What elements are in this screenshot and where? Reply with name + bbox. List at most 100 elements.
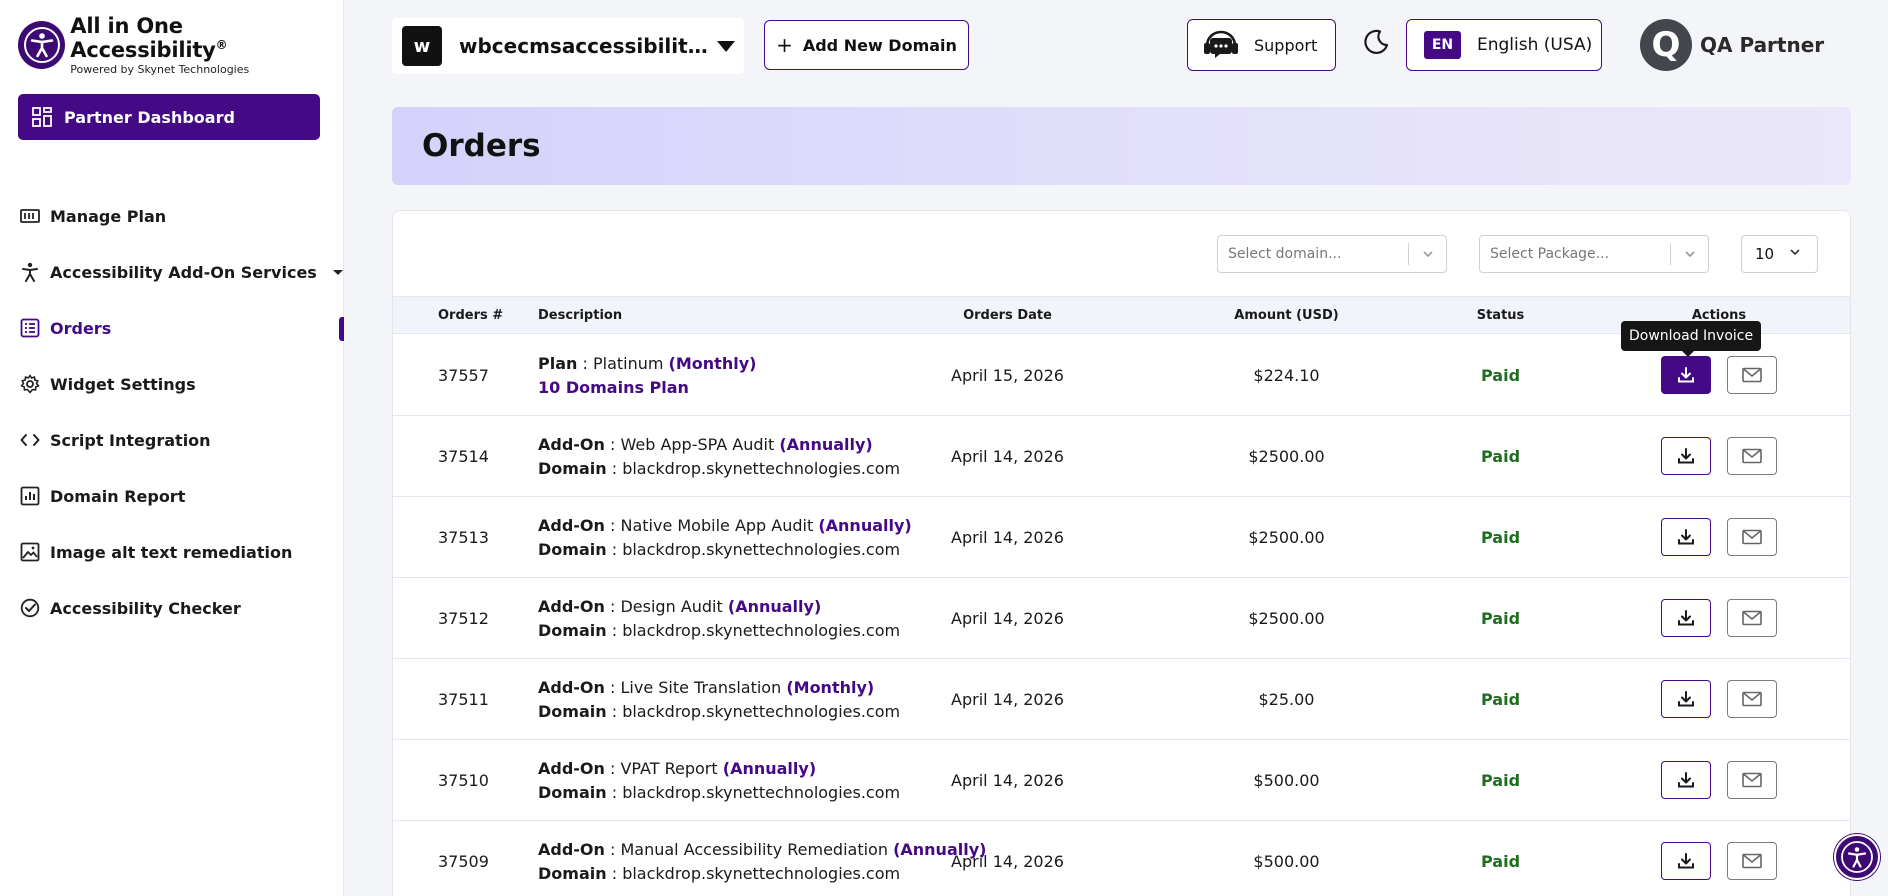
sidebar-item-domain-report[interactable]: Domain Report — [0, 468, 344, 524]
add-new-domain-label: Add New Domain — [802, 35, 957, 55]
email-invoice-button[interactable] — [1727, 518, 1777, 556]
partner-dashboard-button[interactable]: Partner Dashboard — [18, 94, 320, 140]
sidebar-item-addon-services[interactable]: Accessibility Add-On Services — [0, 244, 344, 300]
mail-icon — [1742, 691, 1762, 707]
brand-title: All in One Accessibility® — [70, 14, 228, 62]
order-number: 37557 — [438, 366, 489, 385]
item-separator: : — [577, 353, 593, 373]
sidebar-item-manage-plan[interactable]: Manage Plan — [0, 188, 344, 244]
domain-filter-select[interactable]: Select domain... — [1217, 235, 1447, 273]
status-badge: Paid — [1480, 528, 1521, 547]
order-number: 37511 — [438, 690, 489, 709]
domain-selector[interactable]: w wbcecmsaccessibility.skynettechnologie… — [392, 18, 744, 74]
item-name: Native Mobile App Audit — [620, 515, 814, 535]
order-date: April 14, 2026 — [951, 771, 1064, 790]
dark-mode-toggle[interactable] — [1362, 28, 1390, 56]
email-invoice-button[interactable] — [1727, 842, 1777, 880]
order-number: 37509 — [438, 852, 489, 871]
sidebar-item-label: Widget Settings — [50, 374, 196, 394]
download-invoice-tooltip: Download Invoice — [1621, 321, 1762, 357]
sidebar-item-script-integration[interactable]: Script Integration — [0, 412, 344, 468]
chevron-down-icon — [1671, 247, 1708, 261]
sidebar-item-image-alt-text[interactable]: Image alt text remediation — [0, 524, 344, 580]
item-name: Web App-SPA Audit — [620, 434, 775, 454]
sidebar-item-accessibility-checker[interactable]: Accessibility Checker — [0, 580, 344, 636]
domain-value: : blackdrop.skynettechnologies.com — [606, 863, 901, 883]
order-amount: $500.00 — [1253, 771, 1320, 790]
item-name: VPAT Report — [620, 758, 718, 778]
email-invoice-button[interactable] — [1727, 356, 1777, 394]
plan-domains: 10 Domains Plan — [538, 377, 689, 397]
email-invoice-button[interactable] — [1727, 680, 1777, 718]
download-invoice-button[interactable] — [1661, 761, 1711, 799]
email-invoice-button[interactable] — [1727, 761, 1777, 799]
download-icon — [1678, 529, 1694, 545]
download-invoice-button[interactable] — [1661, 842, 1711, 880]
download-invoice-button[interactable] — [1661, 680, 1711, 718]
order-date: April 14, 2026 — [951, 447, 1064, 466]
download-icon — [1678, 772, 1694, 788]
orders-list-icon — [20, 318, 40, 338]
check-circle-icon — [20, 598, 40, 618]
support-button[interactable]: Support — [1187, 19, 1336, 71]
status-badge: Paid — [1480, 447, 1521, 466]
sidebar-item-label: Manage Plan — [50, 206, 167, 226]
sidebar-item-orders[interactable]: Orders — [0, 300, 344, 356]
item-kind: Add-On — [538, 758, 605, 778]
download-invoice-button[interactable] — [1661, 356, 1711, 394]
language-selector[interactable]: EN English (USA) — [1406, 19, 1602, 71]
mail-icon — [1742, 448, 1762, 464]
order-description: Add-On : Native Mobile App Audit (Annual… — [538, 497, 912, 578]
domain-label: Domain — [538, 458, 607, 478]
support-label: Support — [1254, 35, 1318, 55]
chevron-down-icon — [332, 269, 343, 275]
accessibility-person-icon — [22, 262, 38, 282]
column-header-order-number: Orders # — [438, 308, 504, 323]
order-number: 37512 — [438, 609, 489, 628]
item-separator: : — [604, 596, 621, 616]
email-invoice-button[interactable] — [1727, 437, 1777, 475]
download-invoice-button[interactable] — [1661, 599, 1711, 637]
order-amount: $2500.00 — [1248, 609, 1325, 628]
image-icon — [20, 542, 40, 562]
column-header-description: Description — [538, 308, 623, 323]
download-invoice-button[interactable] — [1661, 437, 1711, 475]
item-kind: Add-On — [538, 596, 605, 616]
chevron-down-icon — [1788, 245, 1802, 263]
email-invoice-button[interactable] — [1727, 599, 1777, 637]
order-description: Plan : Platinum (Monthly) 10 Domains Pla… — [538, 335, 756, 416]
brand[interactable]: All in One Accessibility® Powered by Sky… — [18, 14, 343, 76]
accessibility-widget-button[interactable] — [1834, 834, 1880, 880]
per-page-select[interactable]: 10 — [1741, 235, 1818, 273]
download-icon — [1678, 610, 1694, 626]
item-separator: : — [604, 758, 621, 778]
package-filter-select[interactable]: Select Package... — [1479, 235, 1709, 273]
orders-card: Select domain... Select Package... 10 Or… — [392, 210, 1851, 896]
sidebar-item-widget-settings[interactable]: Widget Settings — [0, 356, 344, 412]
sidebar-item-label: Accessibility Add-On Services — [50, 262, 317, 282]
brand-subtitle: Powered by Skynet Technologies — [70, 63, 250, 76]
page-title: Orders — [422, 128, 541, 164]
support-headset-icon — [1204, 30, 1238, 58]
mail-icon — [1742, 610, 1762, 626]
user-menu[interactable]: Q QA Partner — [1640, 19, 1824, 71]
table-row: 37511 Add-On : Live Site Translation (Mo… — [393, 659, 1850, 740]
order-date: April 14, 2026 — [951, 690, 1064, 709]
domain-filter-placeholder: Select domain... — [1228, 246, 1342, 262]
sidebar-item-label: Orders — [50, 318, 112, 338]
item-kind: Add-On — [538, 839, 605, 859]
download-invoice-button[interactable] — [1661, 518, 1711, 556]
order-date: April 14, 2026 — [951, 528, 1064, 547]
avatar: Q — [1640, 19, 1692, 71]
per-page-value: 10 — [1755, 245, 1775, 263]
moon-icon — [1364, 29, 1389, 54]
order-description: Add-On : VPAT Report (Annually) Domain :… — [538, 740, 900, 821]
column-header-status: Status — [1476, 308, 1525, 323]
add-new-domain-button[interactable]: + Add New Domain — [764, 20, 969, 70]
item-name: Design Audit — [620, 596, 723, 616]
order-amount: $25.00 — [1258, 690, 1315, 709]
item-kind: Add-On — [538, 515, 605, 535]
mail-icon — [1742, 853, 1762, 869]
order-number: 37510 — [438, 771, 489, 790]
sidebar-item-label: Image alt text remediation — [50, 542, 293, 562]
